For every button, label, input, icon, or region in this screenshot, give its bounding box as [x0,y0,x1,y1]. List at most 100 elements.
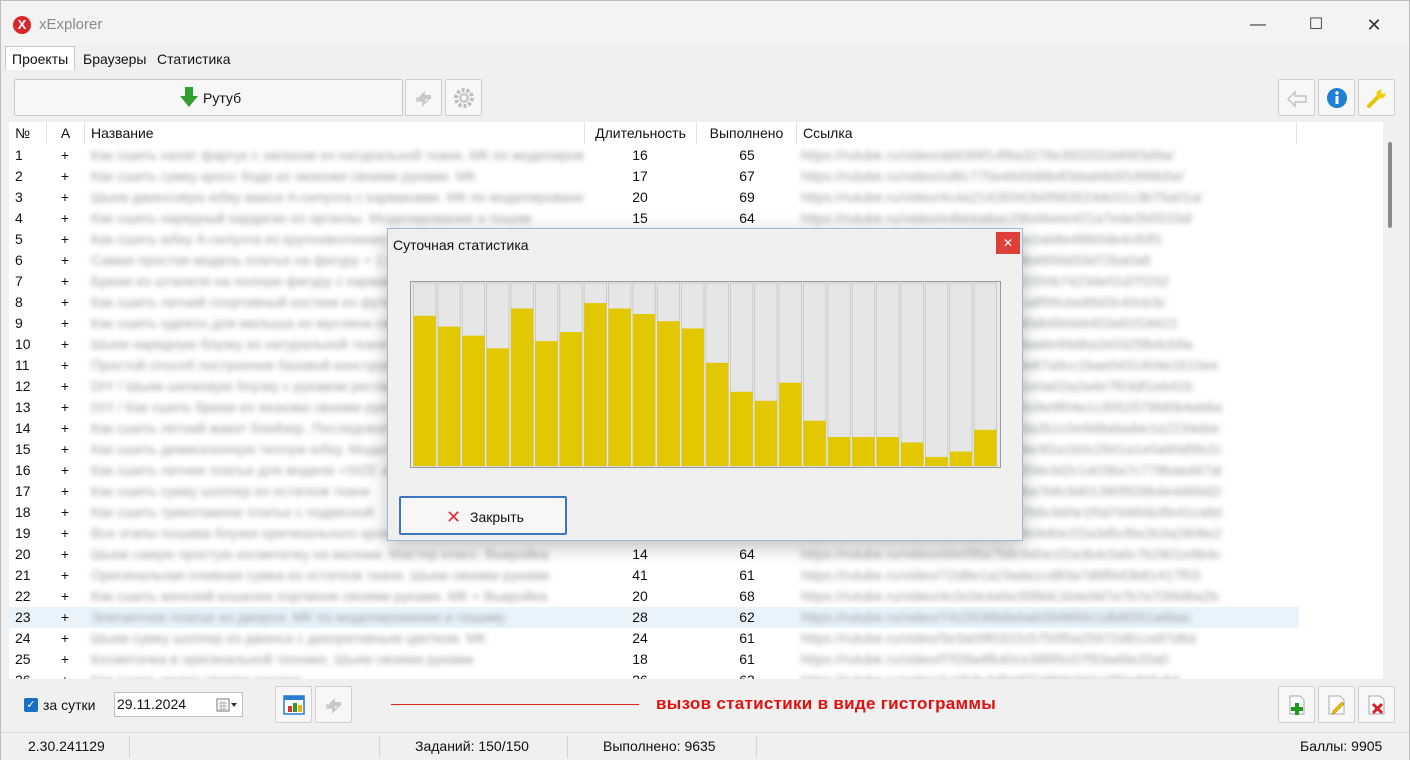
cell-number: 15 [15,441,31,457]
histogram-bar-11 [681,328,704,466]
tools-button[interactable] [1358,79,1395,116]
table-row[interactable]: 26+Как сшить жилет своими руками2663http… [9,670,1299,679]
refresh-icon [326,698,342,714]
dialog-close-icon[interactable]: ✕ [996,232,1020,254]
cell-a: + [60,210,70,226]
cell-number: 14 [15,420,31,436]
cell-number: 26 [15,670,45,679]
cell-a: + [60,504,70,520]
cell-link: https://rutube.ru/video/72d8e1a23ada1cd8… [801,567,1201,583]
cell-link: https://rutube.ru/video/ab63f4f14f8a3278… [801,147,1174,163]
wrench-icon [1367,89,1386,108]
daily-checkbox[interactable]: ✓ [24,698,38,712]
status-tasks: Заданий: 150/150 [415,738,529,754]
cell-number: 20 [15,546,31,562]
table-scrollbar[interactable] [1385,122,1395,679]
bottom-refresh-button[interactable] [315,686,352,723]
table-row[interactable]: 2 + Как сшить сумку кросс боди из экокожи … [9,166,1299,187]
minimize-button[interactable]: — [1235,11,1281,39]
histogram-bar-22 [949,451,973,466]
cell-a: + [60,483,70,499]
close-window-button[interactable]: ✕ [1351,11,1397,39]
header-link[interactable]: Ссылка [797,122,1297,144]
cell-done: 64 [739,546,755,562]
delete-project-button[interactable] [1358,686,1395,723]
status-divider [567,736,568,758]
dialog-title-bar[interactable]: Суточная статистика ✕ [388,229,1022,260]
cell-name: Как сшить сумку кросс боди из экокожи св… [91,168,476,184]
tab-statistics[interactable]: Статистика [150,46,238,70]
annotation-line [391,704,639,705]
cell-a: + [60,420,70,436]
table-header: № А Название Длительность Выполнено Ссыл… [9,122,1299,144]
cell-done: 69 [739,189,755,205]
date-picker[interactable]: 29.11.2024 [114,692,243,717]
edit-icon [1328,695,1345,715]
cell-done: 62 [739,609,755,625]
daily-checkbox-label[interactable]: за сутки [43,697,95,713]
cell-link: https://rutube.ru/video/7415536b8ebab394… [801,609,1192,625]
table-row[interactable]: 3 + Шьем джинсовую юбку макси А-силуэта с … [9,187,1299,208]
cell-done: 67 [739,168,755,184]
header-done[interactable]: Выполнено [697,122,797,144]
cell-number: 18 [15,504,31,520]
header-number[interactable]: № [9,122,47,144]
header-duration[interactable]: Длительность [585,122,697,144]
back-arrow-icon [1286,90,1307,108]
table-row[interactable]: 23 + Элегантное платье из джерси. МК по мо… [9,607,1299,628]
info-button[interactable] [1318,79,1355,116]
histogram-icon [283,695,305,715]
annotation-text: вызов статистики в виде гистограммы [656,694,997,713]
cell-a: + [60,441,70,457]
table-row[interactable]: 24 + Шьем сумку шоппер из джинса с декорат… [9,628,1299,649]
cell-a: + [60,315,70,331]
refresh-button[interactable] [405,79,442,116]
histogram-bar-8 [608,308,631,466]
table-row[interactable]: 22 + Как сшить женский кошелек портмоне св… [9,586,1299,607]
histogram-track [949,282,973,467]
project-button[interactable]: Рутуб [14,79,403,116]
header-a[interactable]: А [47,122,85,144]
back-button[interactable] [1278,79,1315,116]
table-row[interactable]: 20 + Шьем самую простую косметичку на молн… [9,544,1299,565]
cell-duration: 15 [632,210,648,226]
title-bar[interactable]: X xExplorer — ☐ ✕ [1,1,1409,45]
histogram-bar-4 [511,308,534,466]
cell-a: + [60,273,70,289]
histogram-bar-2 [462,335,485,466]
cell-link: https://rutube.ru/video/cd6c775e46d3d8b4… [801,168,1184,184]
histogram-bar-13 [730,391,753,466]
cell-a: + [60,147,70,163]
cell-number: 19 [15,525,31,541]
header-name[interactable]: Название [85,122,585,144]
cell-done: 63 [699,670,795,679]
cell-link: https://rutube.ru/video/e4beba6ac29bd4ee… [801,210,1193,226]
delete-icon [1368,695,1385,715]
settings-button[interactable] [445,79,482,116]
histogram-track [924,282,949,467]
table-row[interactable]: 21 + Оригинальная плевная сумка из остатко… [9,565,1299,586]
close-dialog-button[interactable]: ✕ Закрыть [399,496,567,535]
cell-number: 4 [15,210,23,226]
scrollbar-thumb[interactable] [1388,142,1392,228]
show-histogram-button[interactable] [275,686,312,723]
cell-a: + [60,231,70,247]
cell-done: 61 [739,630,755,646]
cell-a: + [60,399,70,415]
cell-link: https://rutube.ru/video/1a2b3c4d5e6f7a8b… [801,670,1221,679]
cell-name: Как сшить женский кошелек портмоне своим… [91,588,548,604]
table-row[interactable]: 25 + Косметичка в оригинальной технике. Шь… [9,649,1299,670]
tab-browsers[interactable]: Браузеры [76,46,154,70]
table-row[interactable]: 4 + Как сшить нарядный кардиган из органзы… [9,208,1299,229]
histogram-bar-6 [559,332,583,466]
cell-link: https://rutube.ru/video/d4e5f6a7b8c9d0e1… [801,546,1221,562]
edit-project-button[interactable] [1318,686,1355,723]
tab-projects[interactable]: Проекты [5,46,76,70]
cell-duration: 24 [632,630,648,646]
calendar-dropdown-icon[interactable] [216,697,238,713]
table-row[interactable]: 1 + Как сшить халат фартук с запахом из на… [9,145,1299,166]
add-project-button[interactable] [1278,686,1315,723]
histogram-track [900,282,924,467]
maximize-button[interactable]: ☐ [1293,11,1339,39]
histogram-bar-9 [632,313,656,466]
